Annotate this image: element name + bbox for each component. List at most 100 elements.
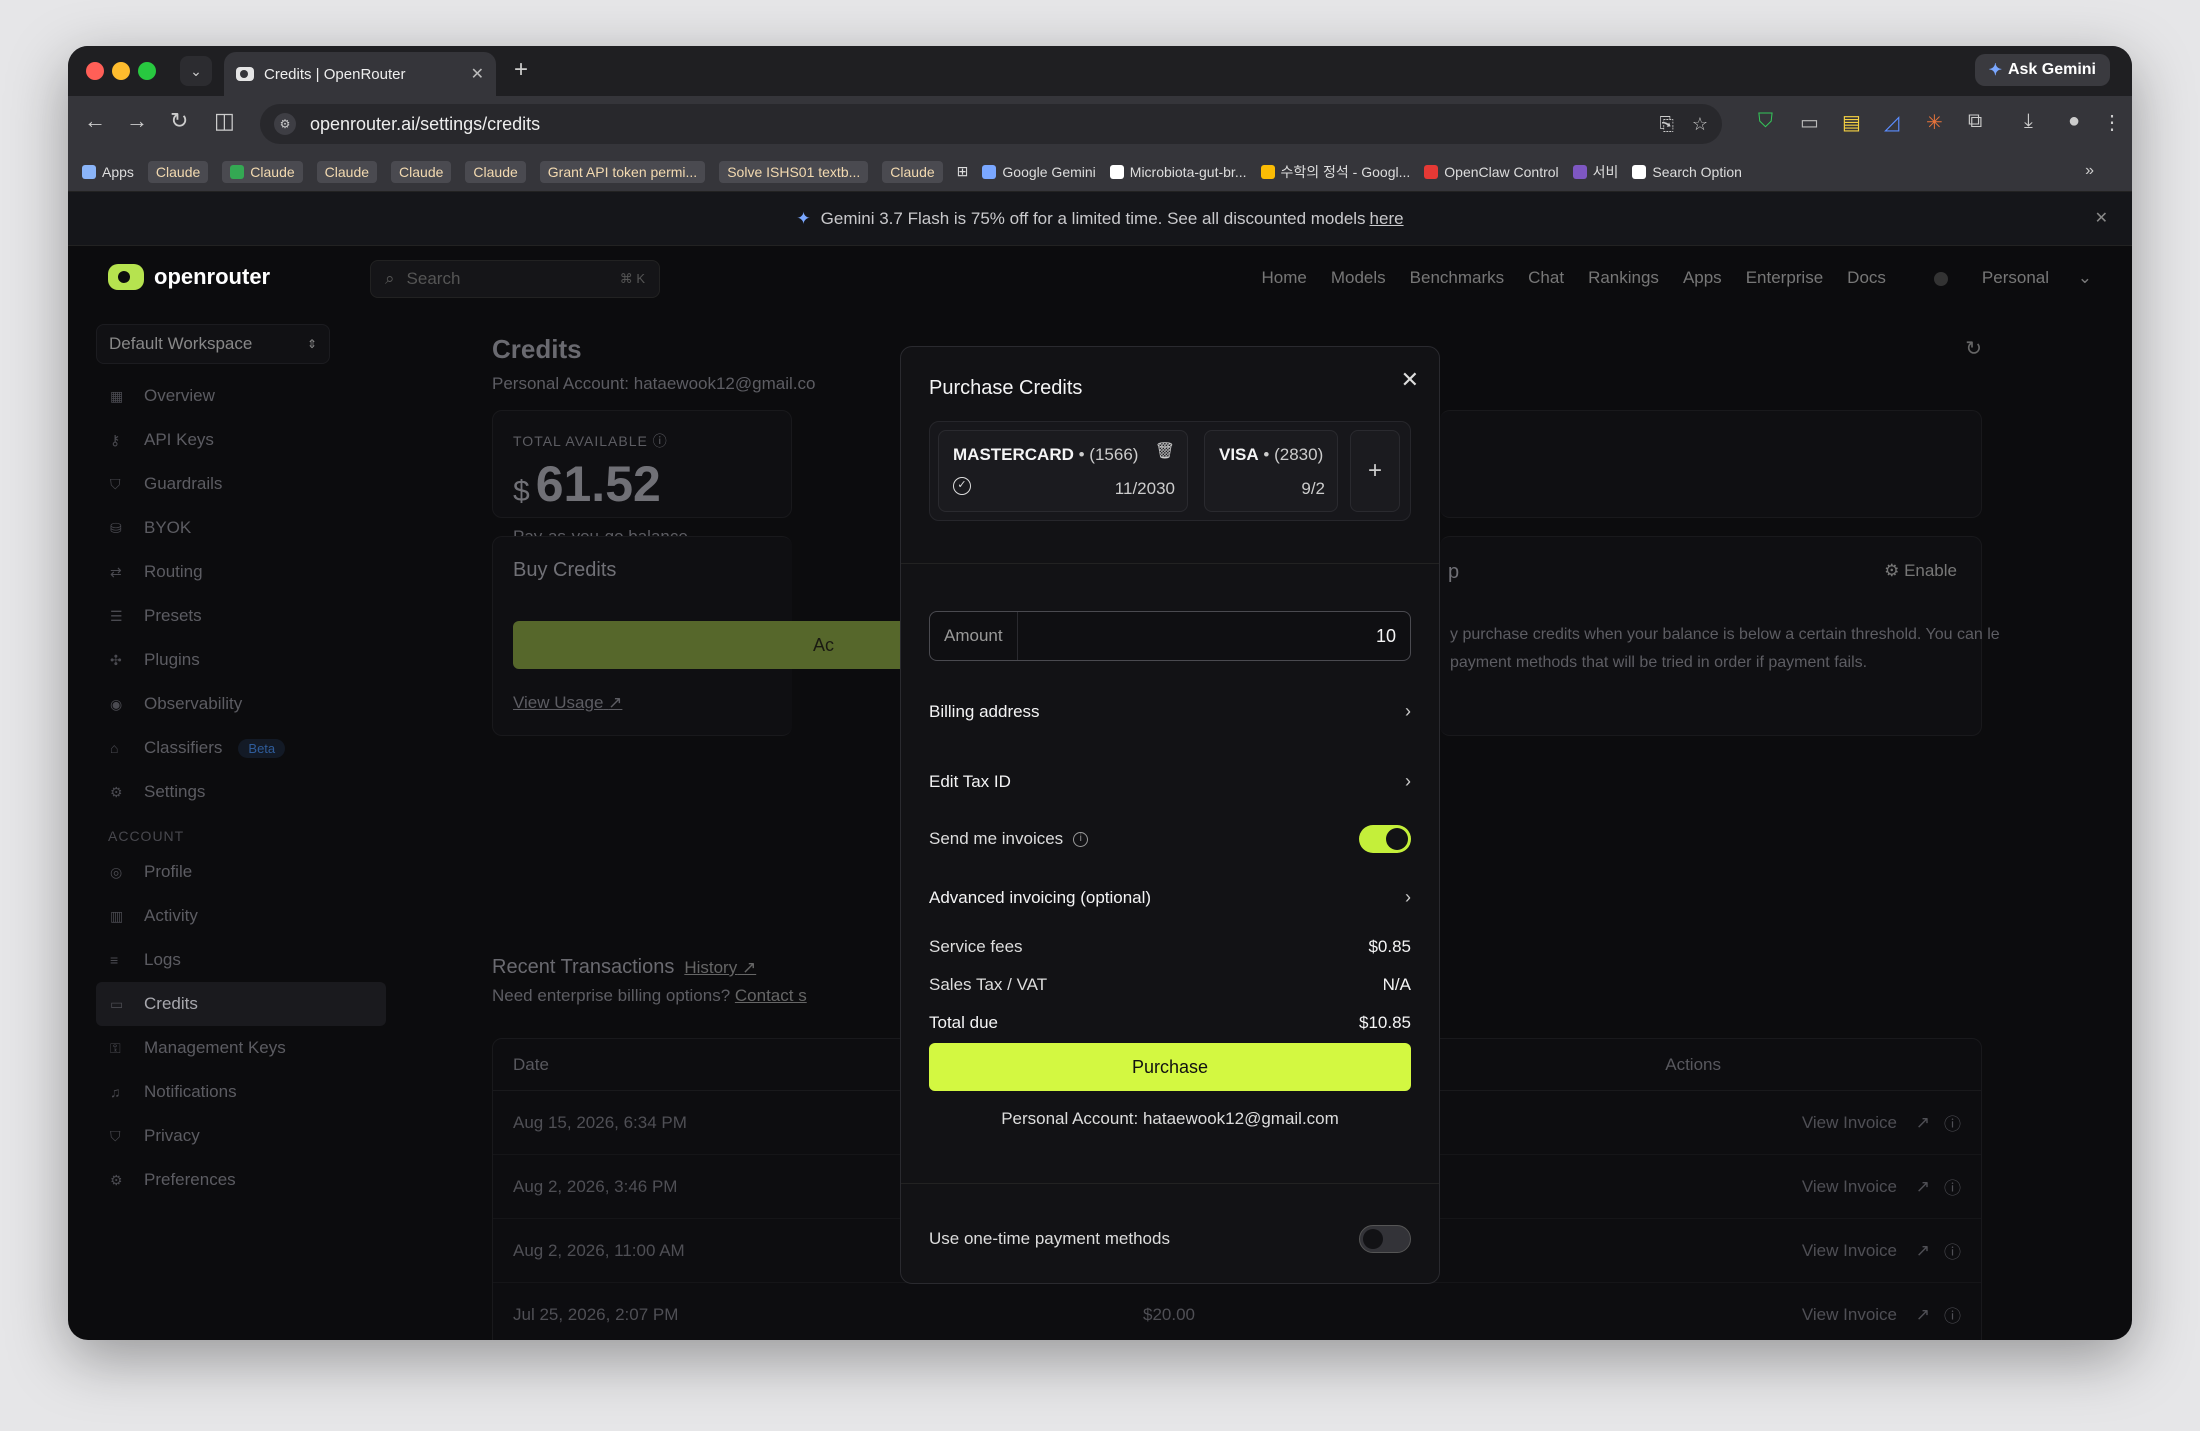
info-icon[interactable]: ⓘ: [1944, 1302, 1961, 1327]
info-icon[interactable]: ⓘ: [1944, 1174, 1961, 1199]
nav-apps[interactable]: Apps: [1683, 268, 1722, 288]
close-icon[interactable]: ✕: [1401, 367, 1419, 393]
sidebar-item-management-keys[interactable]: ⚿ Management Keys: [96, 1026, 386, 1070]
bookmark-item[interactable]: Claude: [465, 160, 526, 183]
maximize-window-button[interactable]: [138, 62, 156, 80]
banner-close-icon[interactable]: ✕: [2095, 208, 2108, 228]
bookmark-item[interactable]: Claude: [391, 160, 452, 183]
banner-link[interactable]: here: [1370, 209, 1404, 229]
sidebar-item-api-keys[interactable]: ⚷ API Keys: [96, 418, 386, 462]
workspace-select[interactable]: Default Workspace ⇕: [96, 324, 330, 364]
sidebar-item-guardrails[interactable]: ⛉ Guardrails: [96, 462, 386, 506]
extension-icon[interactable]: ▭: [1800, 110, 1819, 135]
search-input[interactable]: ⌕ Search ⌘ K: [370, 260, 660, 298]
address-bar[interactable]: ⚙ openrouter.ai/settings/credits ⎘ ☆: [260, 104, 1722, 144]
more-bookmarks-icon[interactable]: »: [2085, 162, 2094, 180]
sidebar-item-preferences[interactable]: ⚙ Preferences: [96, 1158, 386, 1202]
advanced-invoicing-row[interactable]: Advanced invoicing (optional) ›: [929, 887, 1411, 908]
view-usage-link[interactable]: View Usage ↗: [513, 693, 622, 713]
bookmark-item[interactable]: Claude: [316, 160, 378, 183]
install-app-icon[interactable]: ⎘: [1659, 114, 1673, 135]
enable-button[interactable]: ⚙ Enable: [1884, 561, 1957, 581]
tab-close-icon[interactable]: ✕: [471, 64, 484, 84]
bookmark-item[interactable]: Apps: [82, 164, 134, 180]
refresh-icon[interactable]: ↻: [1965, 336, 1982, 361]
sidebar-item-notifications[interactable]: ♫ Notifications: [96, 1070, 386, 1114]
nav-benchmarks[interactable]: Benchmarks: [1410, 268, 1504, 288]
sidebar-item-profile[interactable]: ◎ Profile: [96, 850, 386, 894]
bookmark-item[interactable]: Solve ISHS01 textb...: [719, 160, 869, 183]
purchase-button[interactable]: Purchase: [929, 1043, 1411, 1091]
bookmark-item[interactable]: Google Gemini: [982, 164, 1096, 180]
invoice-action-link[interactable]: View Invoice ↗: [1788, 1241, 1930, 1261]
sidebar-item-plugins[interactable]: ✣ Plugins: [96, 638, 386, 682]
invoice-action-link[interactable]: View Invoice ↗: [1788, 1113, 1930, 1133]
amount-input[interactable]: [1017, 625, 1410, 647]
sidebar-item-activity[interactable]: ▥ Activity: [96, 894, 386, 938]
billing-address-row[interactable]: Billing address ›: [929, 701, 1411, 722]
sidebar-item-credits[interactable]: ▭ Credits: [96, 982, 386, 1026]
bookmark-item[interactable]: Claude: [882, 160, 943, 183]
bookmark-star-icon[interactable]: ☆: [1692, 114, 1708, 135]
visa-card[interactable]: VISA • (2830) 9/2: [1204, 430, 1338, 512]
browser-tab[interactable]: Credits | OpenRouter ✕: [224, 52, 496, 96]
tab-groups-icon[interactable]: ⊞: [957, 163, 969, 180]
nav-rankings[interactable]: Rankings: [1588, 268, 1659, 288]
account-switcher[interactable]: Personal ⌄: [1910, 268, 2092, 288]
download-icon[interactable]: ⤓: [2024, 110, 2033, 133]
sidebar-item-overview[interactable]: ▦ Overview: [96, 374, 386, 418]
info-icon[interactable]: ⓘ: [1944, 1110, 1961, 1135]
new-tab-button[interactable]: +: [514, 56, 528, 84]
minimize-window-button[interactable]: [112, 62, 130, 80]
add-card-button[interactable]: +: [1350, 430, 1400, 512]
nav-models[interactable]: Models: [1331, 268, 1386, 288]
reload-icon[interactable]: ↻: [170, 108, 188, 134]
nav-enterprise[interactable]: Enterprise: [1746, 268, 1823, 288]
mastercard-card[interactable]: MASTERCARD • (1566) 🗑 ✓ 11/2030: [938, 430, 1188, 512]
invoice-action-link[interactable]: View Invoice ↗: [1788, 1305, 1930, 1325]
one-time-payment-toggle[interactable]: [1359, 1225, 1411, 1253]
shield-extension-icon[interactable]: ⛉: [1758, 110, 1773, 133]
bookmark-item[interactable]: Search Option: [1632, 164, 1742, 180]
claude-extension-icon[interactable]: ✳: [1926, 110, 1943, 135]
extension-icon[interactable]: ◿: [1884, 110, 1899, 135]
sidebar-item-observability[interactable]: ◉ Observability: [96, 682, 386, 726]
close-window-button[interactable]: [86, 62, 104, 80]
extension-icon[interactable]: ▤: [1842, 110, 1861, 135]
nav-docs[interactable]: Docs: [1847, 268, 1886, 288]
bookmark-item[interactable]: OpenClaw Control: [1424, 164, 1559, 180]
back-icon[interactable]: ←: [84, 108, 106, 134]
site-info-icon[interactable]: ⚙: [274, 113, 296, 135]
nav-home[interactable]: Home: [1261, 268, 1306, 288]
bookmark-item[interactable]: 수학의 정석 - Googl...: [1260, 162, 1410, 182]
bookmark-item[interactable]: Microbiota-gut-br...: [1109, 164, 1247, 180]
edit-tax-id-row[interactable]: Edit Tax ID ›: [929, 771, 1411, 792]
menu-icon[interactable]: ⋮: [2102, 110, 2122, 135]
trash-icon[interactable]: 🗑: [1155, 441, 1175, 461]
sidebar-item-routing[interactable]: ⇄ Routing: [96, 550, 386, 594]
ask-gemini-button[interactable]: ✦ Ask Gemini: [1974, 54, 2110, 86]
sidebar-item-byok[interactable]: ⛁ BYOK: [96, 506, 386, 550]
tab-search-button[interactable]: ⌄: [180, 56, 212, 86]
sidebar-item-presets[interactable]: ☰ Presets: [96, 594, 386, 638]
info-icon[interactable]: ⓘ: [1944, 1238, 1961, 1263]
bookmark-item[interactable]: Claude: [147, 160, 209, 183]
forward-icon[interactable]: →: [126, 108, 148, 134]
sidebar-item-settings[interactable]: ⚙ Settings: [96, 770, 386, 814]
history-link[interactable]: History ↗: [684, 958, 756, 977]
contact-link[interactable]: Contact s: [735, 986, 807, 1005]
send-invoices-toggle[interactable]: [1359, 825, 1411, 853]
puzzle-extension-icon[interactable]: ⧉: [1968, 110, 1982, 133]
nav-chat[interactable]: Chat: [1528, 268, 1564, 288]
amount-field[interactable]: Amount: [929, 611, 1411, 661]
profile-avatar-icon[interactable]: ●: [2068, 110, 2080, 133]
sidebar-item-logs[interactable]: ≡ Logs: [96, 938, 386, 982]
bookmark-item[interactable]: Grant API token permi...: [539, 160, 706, 183]
logo[interactable]: openrouter: [108, 264, 270, 290]
invoice-action-link[interactable]: View Invoice ↗: [1788, 1177, 1930, 1197]
sidebar-item-privacy[interactable]: ⛉ Privacy: [96, 1114, 386, 1158]
bookmark-item[interactable]: Claude: [222, 160, 303, 183]
split-view-icon[interactable]: ◫: [214, 108, 235, 134]
sidebar-item-classifiers[interactable]: ⌂ Classifiers Beta: [96, 726, 386, 770]
bookmark-item[interactable]: 서비: [1572, 162, 1618, 182]
